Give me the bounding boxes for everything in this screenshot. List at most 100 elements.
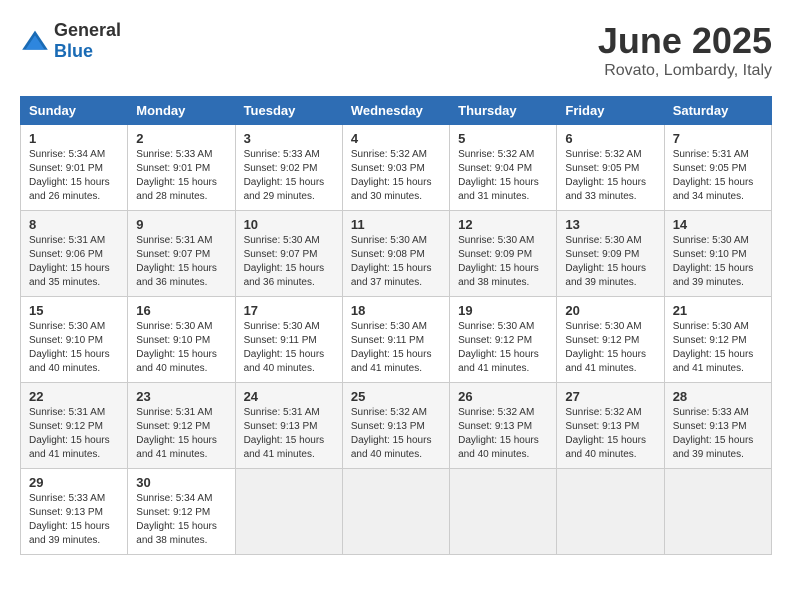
day-info: Sunrise: 5:30 AMSunset: 9:10 PMDaylight:… bbox=[29, 320, 119, 376]
calendar-cell: 17 Sunrise: 5:30 AMSunset: 9:11 PMDayligh… bbox=[235, 297, 342, 383]
calendar-cell: 10Sunrise: 5:30 AMSunset: 9:07 PMDayligh… bbox=[235, 211, 342, 297]
calendar-cell: 16Sunrise: 5:30 AMSunset: 9:10 PMDayligh… bbox=[128, 297, 235, 383]
month-title: June 2025 bbox=[598, 20, 772, 62]
day-info: Sunrise: 5:30 AMSunset: 9:11 PMDaylight:… bbox=[351, 320, 441, 376]
calendar-cell: 9 Sunrise: 5:31 AMSunset: 9:07 PMDaylight… bbox=[128, 211, 235, 297]
col-header-tuesday: Tuesday bbox=[235, 97, 342, 125]
col-header-saturday: Saturday bbox=[664, 97, 771, 125]
calendar-cell: 12 Sunrise: 5:30 AMSunset: 9:09 PMDayligh… bbox=[450, 211, 557, 297]
day-number: 17 bbox=[244, 303, 334, 318]
calendar-cell: 14 Sunrise: 5:30 AMSunset: 9:10 PMDayligh… bbox=[664, 211, 771, 297]
day-number: 3 bbox=[244, 131, 334, 146]
day-info: Sunrise: 5:30 AMSunset: 9:09 PMDaylight:… bbox=[458, 234, 548, 290]
logo-icon bbox=[20, 29, 50, 53]
day-info: Sunrise: 5:31 AMSunset: 9:07 PMDaylight:… bbox=[136, 234, 226, 290]
day-number: 9 bbox=[136, 217, 226, 232]
col-header-friday: Friday bbox=[557, 97, 664, 125]
day-number: 30 bbox=[136, 475, 226, 490]
col-header-thursday: Thursday bbox=[450, 97, 557, 125]
calendar-cell: 1 Sunrise: 5:34 AMSunset: 9:01 PMDaylight… bbox=[21, 125, 128, 211]
day-info: Sunrise: 5:34 AMSunset: 9:01 PMDaylight:… bbox=[29, 148, 119, 204]
day-number: 18 bbox=[351, 303, 441, 318]
day-number: 6 bbox=[565, 131, 655, 146]
day-number: 14 bbox=[673, 217, 763, 232]
day-number: 21 bbox=[673, 303, 763, 318]
calendar-cell: 25 Sunrise: 5:32 AMSunset: 9:13 PMDayligh… bbox=[342, 383, 449, 469]
calendar-cell: 24 Sunrise: 5:31 AMSunset: 9:13 PMDayligh… bbox=[235, 383, 342, 469]
day-info: Sunrise: 5:34 AMSunset: 9:12 PMDaylight:… bbox=[136, 492, 226, 548]
day-info: Sunrise: 5:33 AMSunset: 9:02 PMDaylight:… bbox=[244, 148, 334, 204]
calendar-header-row: SundayMondayTuesdayWednesdayThursdayFrid… bbox=[21, 97, 772, 125]
calendar-cell: 6Sunrise: 5:32 AMSunset: 9:05 PMDaylight… bbox=[557, 125, 664, 211]
day-info: Sunrise: 5:30 AMSunset: 9:10 PMDaylight:… bbox=[136, 320, 226, 376]
calendar-cell: 20Sunrise: 5:30 AMSunset: 9:12 PMDayligh… bbox=[557, 297, 664, 383]
day-number: 1 bbox=[29, 131, 119, 146]
header: General Blue June 2025 Rovato, Lombardy,… bbox=[20, 20, 772, 80]
calendar-cell: 30 Sunrise: 5:34 AMSunset: 9:12 PMDayligh… bbox=[128, 469, 235, 555]
day-number: 28 bbox=[673, 389, 763, 404]
calendar-cell bbox=[235, 469, 342, 555]
calendar-cell: 29 Sunrise: 5:33 AMSunset: 9:13 PMDayligh… bbox=[21, 469, 128, 555]
day-number: 24 bbox=[244, 389, 334, 404]
day-info: Sunrise: 5:30 AMSunset: 9:07 PMDaylight:… bbox=[244, 234, 334, 290]
day-number: 25 bbox=[351, 389, 441, 404]
calendar-cell: 7 Sunrise: 5:31 AMSunset: 9:05 PMDaylight… bbox=[664, 125, 771, 211]
day-info: Sunrise: 5:31 AMSunset: 9:12 PMDaylight:… bbox=[29, 406, 119, 462]
day-number: 22 bbox=[29, 389, 119, 404]
day-number: 4 bbox=[351, 131, 441, 146]
calendar-cell: 2Sunrise: 5:33 AMSunset: 9:01 PMDaylight… bbox=[128, 125, 235, 211]
day-info: Sunrise: 5:31 AMSunset: 9:13 PMDaylight:… bbox=[244, 406, 334, 462]
day-number: 13 bbox=[565, 217, 655, 232]
calendar-cell bbox=[557, 469, 664, 555]
day-number: 7 bbox=[673, 131, 763, 146]
day-number: 29 bbox=[29, 475, 119, 490]
col-header-sunday: Sunday bbox=[21, 97, 128, 125]
day-info: Sunrise: 5:32 AMSunset: 9:13 PMDaylight:… bbox=[565, 406, 655, 462]
day-number: 5 bbox=[458, 131, 548, 146]
day-number: 20 bbox=[565, 303, 655, 318]
calendar-cell: 27Sunrise: 5:32 AMSunset: 9:13 PMDayligh… bbox=[557, 383, 664, 469]
day-number: 23 bbox=[136, 389, 226, 404]
calendar-cell: 11 Sunrise: 5:30 AMSunset: 9:08 PMDayligh… bbox=[342, 211, 449, 297]
calendar-cell: 15 Sunrise: 5:30 AMSunset: 9:10 PMDayligh… bbox=[21, 297, 128, 383]
day-info: Sunrise: 5:30 AMSunset: 9:10 PMDaylight:… bbox=[673, 234, 763, 290]
calendar: SundayMondayTuesdayWednesdayThursdayFrid… bbox=[20, 96, 772, 555]
calendar-cell: 22 Sunrise: 5:31 AMSunset: 9:12 PMDayligh… bbox=[21, 383, 128, 469]
day-info: Sunrise: 5:32 AMSunset: 9:13 PMDaylight:… bbox=[351, 406, 441, 462]
day-info: Sunrise: 5:31 AMSunset: 9:12 PMDaylight:… bbox=[136, 406, 226, 462]
col-header-monday: Monday bbox=[128, 97, 235, 125]
day-info: Sunrise: 5:32 AMSunset: 9:13 PMDaylight:… bbox=[458, 406, 548, 462]
calendar-cell: 18 Sunrise: 5:30 AMSunset: 9:11 PMDayligh… bbox=[342, 297, 449, 383]
calendar-cell: 26 Sunrise: 5:32 AMSunset: 9:13 PMDayligh… bbox=[450, 383, 557, 469]
calendar-cell bbox=[342, 469, 449, 555]
day-info: Sunrise: 5:30 AMSunset: 9:08 PMDaylight:… bbox=[351, 234, 441, 290]
day-info: Sunrise: 5:31 AMSunset: 9:05 PMDaylight:… bbox=[673, 148, 763, 204]
calendar-cell bbox=[450, 469, 557, 555]
day-info: Sunrise: 5:33 AMSunset: 9:01 PMDaylight:… bbox=[136, 148, 226, 204]
logo: General Blue bbox=[20, 20, 121, 62]
day-info: Sunrise: 5:33 AMSunset: 9:13 PMDaylight:… bbox=[29, 492, 119, 548]
calendar-cell: 3 Sunrise: 5:33 AMSunset: 9:02 PMDaylight… bbox=[235, 125, 342, 211]
calendar-cell: 8 Sunrise: 5:31 AMSunset: 9:06 PMDaylight… bbox=[21, 211, 128, 297]
day-number: 12 bbox=[458, 217, 548, 232]
day-number: 15 bbox=[29, 303, 119, 318]
calendar-cell: 19Sunrise: 5:30 AMSunset: 9:12 PMDayligh… bbox=[450, 297, 557, 383]
calendar-cell: 28Sunrise: 5:33 AMSunset: 9:13 PMDayligh… bbox=[664, 383, 771, 469]
day-info: Sunrise: 5:30 AMSunset: 9:09 PMDaylight:… bbox=[565, 234, 655, 290]
col-header-wednesday: Wednesday bbox=[342, 97, 449, 125]
day-info: Sunrise: 5:30 AMSunset: 9:12 PMDaylight:… bbox=[458, 320, 548, 376]
day-info: Sunrise: 5:31 AMSunset: 9:06 PMDaylight:… bbox=[29, 234, 119, 290]
calendar-cell bbox=[664, 469, 771, 555]
day-info: Sunrise: 5:30 AMSunset: 9:11 PMDaylight:… bbox=[244, 320, 334, 376]
day-info: Sunrise: 5:32 AMSunset: 9:03 PMDaylight:… bbox=[351, 148, 441, 204]
calendar-cell: 4 Sunrise: 5:32 AMSunset: 9:03 PMDaylight… bbox=[342, 125, 449, 211]
day-number: 8 bbox=[29, 217, 119, 232]
day-number: 26 bbox=[458, 389, 548, 404]
calendar-cell: 13 Sunrise: 5:30 AMSunset: 9:09 PMDayligh… bbox=[557, 211, 664, 297]
day-info: Sunrise: 5:30 AMSunset: 9:12 PMDaylight:… bbox=[673, 320, 763, 376]
title-area: June 2025 Rovato, Lombardy, Italy bbox=[598, 20, 772, 80]
calendar-cell: 23 Sunrise: 5:31 AMSunset: 9:12 PMDayligh… bbox=[128, 383, 235, 469]
day-number: 11 bbox=[351, 217, 441, 232]
location-title: Rovato, Lombardy, Italy bbox=[598, 62, 772, 80]
calendar-cell: 5Sunrise: 5:32 AMSunset: 9:04 PMDaylight… bbox=[450, 125, 557, 211]
